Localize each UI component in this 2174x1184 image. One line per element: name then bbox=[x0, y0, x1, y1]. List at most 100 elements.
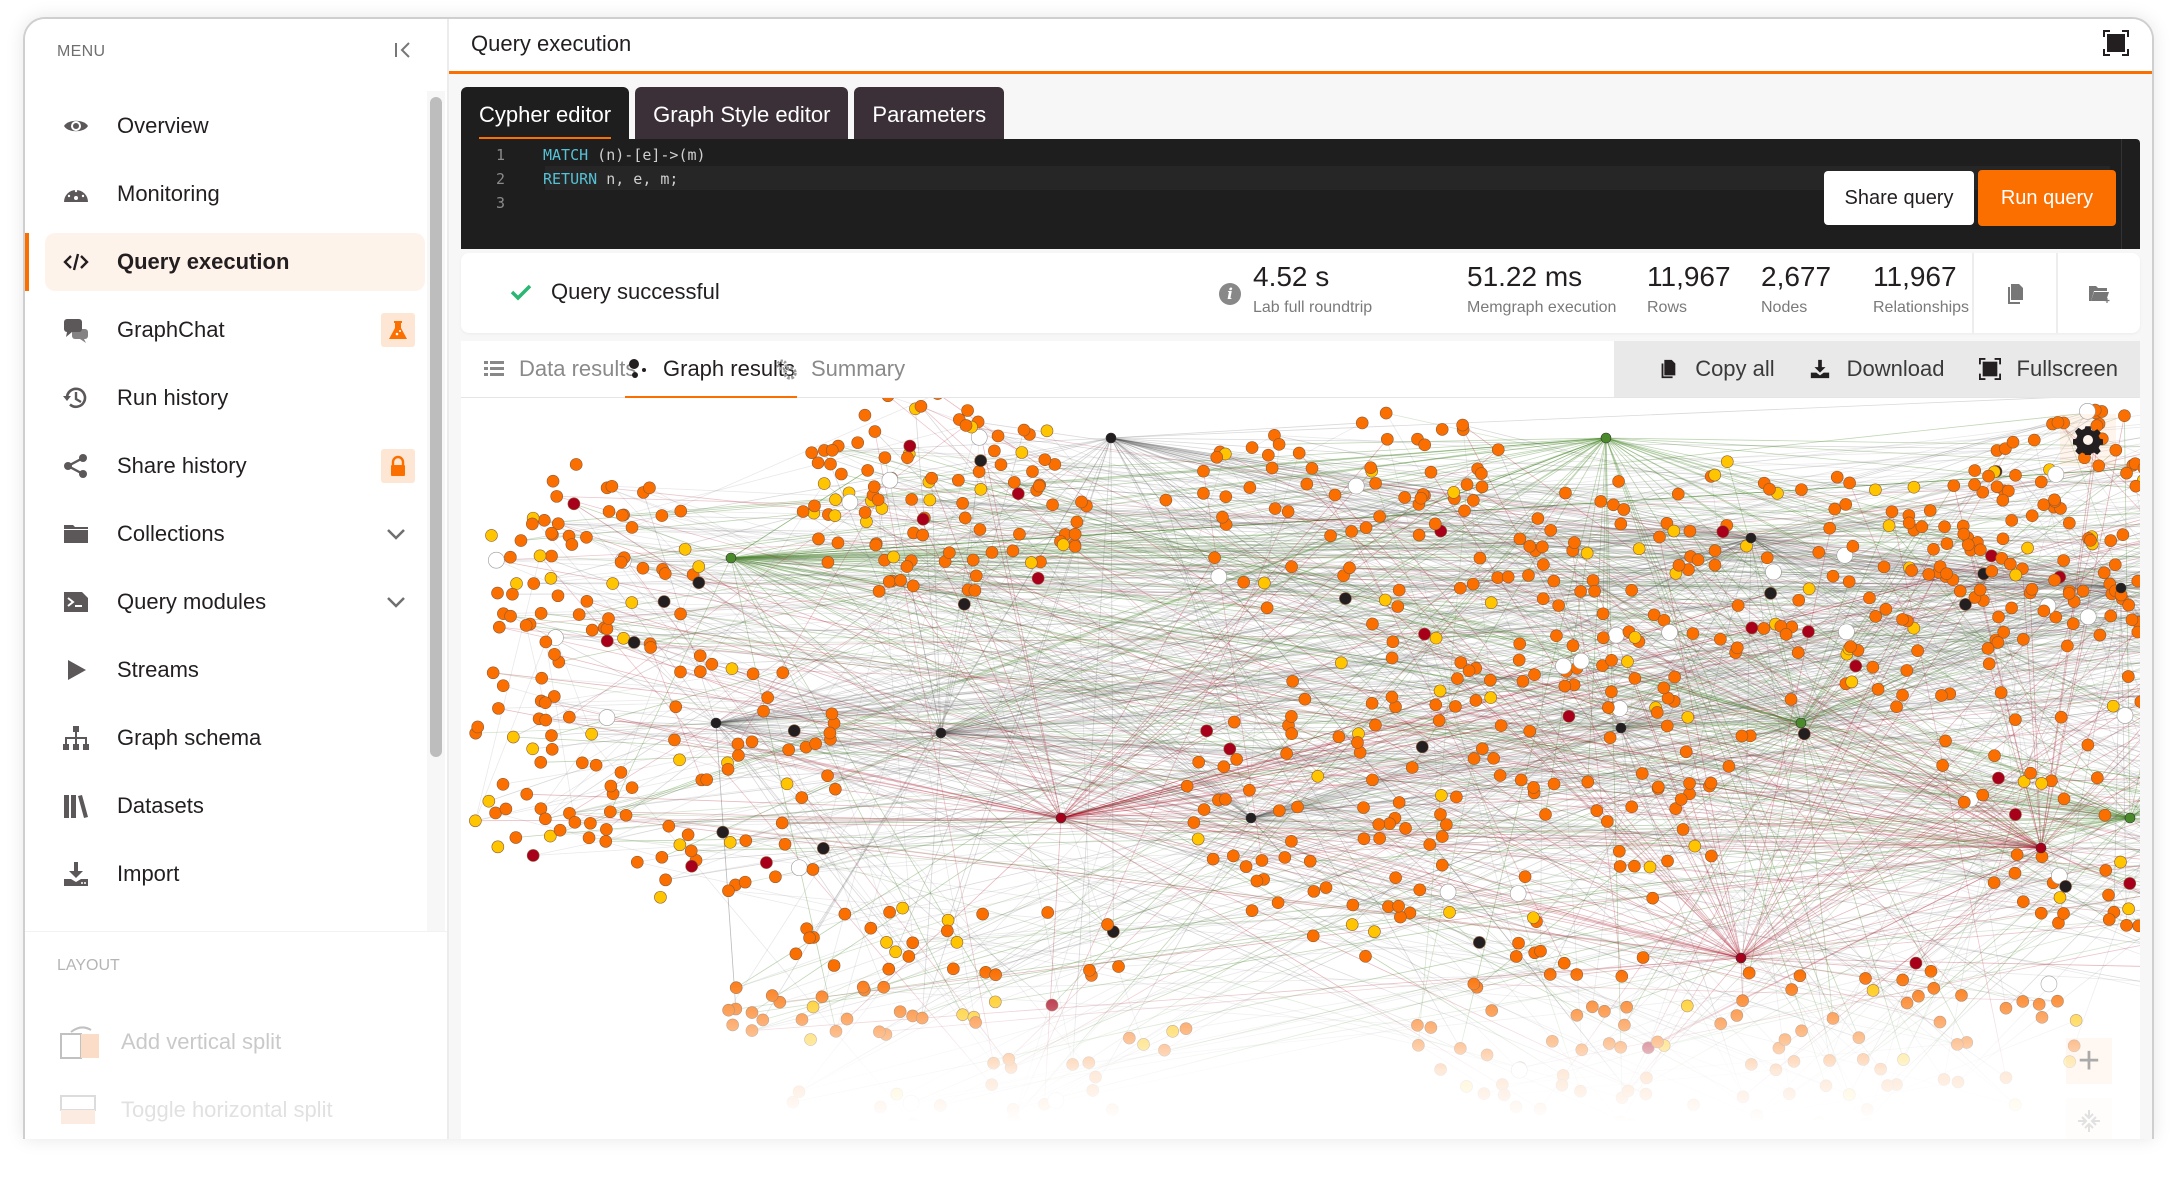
graph-node[interactable] bbox=[1594, 495, 1608, 508]
graph-hub-node[interactable] bbox=[1735, 952, 1747, 964]
graph-node[interactable] bbox=[2079, 608, 2097, 626]
graph-node[interactable] bbox=[1013, 527, 1026, 541]
graph-node[interactable] bbox=[976, 907, 989, 921]
graph-node[interactable] bbox=[969, 569, 983, 583]
graph-node[interactable] bbox=[1192, 755, 1205, 769]
graph-node[interactable] bbox=[2093, 628, 2107, 642]
graph-node[interactable] bbox=[1493, 769, 1507, 782]
graph-node[interactable] bbox=[1714, 632, 1727, 646]
graph-node[interactable] bbox=[868, 425, 882, 438]
code-line[interactable]: 3 bbox=[461, 191, 543, 215]
graph-node[interactable] bbox=[756, 1013, 770, 1027]
graph-node[interactable] bbox=[1166, 1025, 1179, 1038]
sidebar-item-import[interactable]: Import bbox=[45, 845, 425, 903]
graph-node[interactable] bbox=[1982, 657, 1996, 671]
graph-node[interactable] bbox=[1494, 719, 1508, 732]
graph-node[interactable] bbox=[1359, 950, 1372, 963]
graph-node[interactable] bbox=[1736, 994, 1749, 1007]
graph-node[interactable] bbox=[1243, 783, 1256, 797]
graph-node[interactable] bbox=[1990, 480, 2004, 494]
graph-node[interactable] bbox=[1372, 818, 1386, 831]
graph-node[interactable] bbox=[2016, 995, 2030, 1008]
graph-node[interactable] bbox=[1433, 684, 1447, 698]
graph-node[interactable] bbox=[630, 855, 644, 869]
graph-node[interactable] bbox=[838, 907, 852, 921]
graph-node[interactable] bbox=[1536, 540, 1549, 554]
graph-node[interactable] bbox=[1368, 925, 1381, 938]
graph-node[interactable] bbox=[1896, 688, 1909, 702]
graph-node[interactable] bbox=[1927, 982, 1941, 995]
graph-node[interactable] bbox=[1473, 936, 1486, 949]
graph-node[interactable] bbox=[1068, 540, 1082, 553]
graph-node[interactable] bbox=[2091, 771, 2104, 785]
graph-node[interactable] bbox=[2037, 498, 2051, 511]
graph-node[interactable] bbox=[1449, 700, 1462, 713]
graph-node[interactable] bbox=[1994, 686, 2008, 699]
graph-node[interactable] bbox=[1614, 1115, 1627, 1129]
graph-node[interactable] bbox=[1915, 520, 1929, 533]
graph-node[interactable] bbox=[1924, 964, 1938, 978]
graph-node[interactable] bbox=[1435, 789, 1448, 802]
graph-node[interactable] bbox=[674, 607, 687, 621]
graph-node[interactable] bbox=[1345, 918, 1359, 931]
graph-node[interactable] bbox=[1106, 1103, 1119, 1116]
graph-node[interactable] bbox=[1614, 1040, 1627, 1054]
graph-node[interactable] bbox=[1476, 742, 1489, 756]
graph-node[interactable] bbox=[776, 666, 790, 680]
graph-node[interactable] bbox=[1460, 478, 1474, 491]
graph-node[interactable] bbox=[739, 834, 753, 847]
graph-node[interactable] bbox=[1411, 1018, 1424, 1032]
graph-node[interactable] bbox=[1412, 1039, 1425, 1052]
graph-node[interactable] bbox=[1830, 470, 1844, 484]
graph-node[interactable] bbox=[2037, 604, 2051, 618]
graph-node[interactable] bbox=[514, 534, 528, 547]
graph-node[interactable] bbox=[2066, 617, 2080, 630]
graph-node[interactable] bbox=[840, 1012, 854, 1026]
graph-node[interactable] bbox=[2009, 468, 2022, 482]
graph-node[interactable] bbox=[1418, 438, 1431, 452]
tab-summary[interactable]: Summary bbox=[775, 341, 905, 397]
graph-node[interactable] bbox=[817, 842, 830, 855]
graph-node[interactable] bbox=[1355, 416, 1369, 430]
graph-node[interactable] bbox=[1413, 883, 1427, 897]
graph-node[interactable] bbox=[1423, 838, 1437, 851]
graph-node[interactable] bbox=[1558, 679, 1572, 693]
graph-node[interactable] bbox=[1999, 1001, 2013, 1015]
graph-node[interactable] bbox=[491, 586, 504, 600]
graph-node[interactable] bbox=[1307, 885, 1321, 898]
graph-node[interactable] bbox=[1258, 576, 1271, 590]
graph-node[interactable] bbox=[1570, 1008, 1584, 1022]
graph-node[interactable] bbox=[991, 429, 1005, 443]
graph-node[interactable] bbox=[1653, 530, 1666, 544]
graph-node[interactable] bbox=[1547, 574, 1561, 588]
graph-node[interactable] bbox=[729, 981, 743, 994]
graph-node[interactable] bbox=[1180, 779, 1194, 793]
graph-node[interactable] bbox=[874, 1100, 887, 1114]
graph-node[interactable] bbox=[1667, 524, 1681, 538]
graph-node[interactable] bbox=[985, 546, 999, 559]
graph-node[interactable] bbox=[1900, 664, 1914, 677]
graph-hub-node[interactable] bbox=[1055, 812, 1067, 824]
graph-node[interactable] bbox=[2027, 433, 2041, 447]
graph-node[interactable] bbox=[1332, 730, 1346, 744]
graph-node[interactable] bbox=[878, 451, 892, 464]
graph-node[interactable] bbox=[1987, 876, 2001, 889]
graph-node[interactable] bbox=[1509, 1100, 1523, 1114]
graph-node[interactable] bbox=[1191, 832, 1205, 846]
graph-node[interactable] bbox=[1982, 469, 1995, 483]
graph-node[interactable] bbox=[861, 464, 874, 477]
graph-node[interactable] bbox=[1557, 956, 1571, 970]
graph-node[interactable] bbox=[1262, 448, 1275, 462]
graph-node[interactable] bbox=[1939, 734, 1952, 748]
tab-graph-style-editor[interactable]: Graph Style editor bbox=[635, 87, 849, 139]
graph-node[interactable] bbox=[1691, 553, 1705, 567]
graph-node[interactable] bbox=[681, 828, 695, 842]
download-button[interactable]: Download bbox=[1809, 356, 1945, 382]
graph-node[interactable] bbox=[568, 816, 582, 829]
graph-node[interactable] bbox=[1550, 629, 1563, 643]
graph-node[interactable] bbox=[576, 756, 589, 770]
graph-node[interactable] bbox=[1621, 655, 1634, 668]
toggle-horizontal-split-button[interactable]: Toggle horizontal split bbox=[59, 1092, 333, 1128]
fullscreen-button[interactable]: Fullscreen bbox=[1978, 356, 2118, 382]
run-query-button[interactable]: Run query bbox=[1978, 170, 2116, 226]
